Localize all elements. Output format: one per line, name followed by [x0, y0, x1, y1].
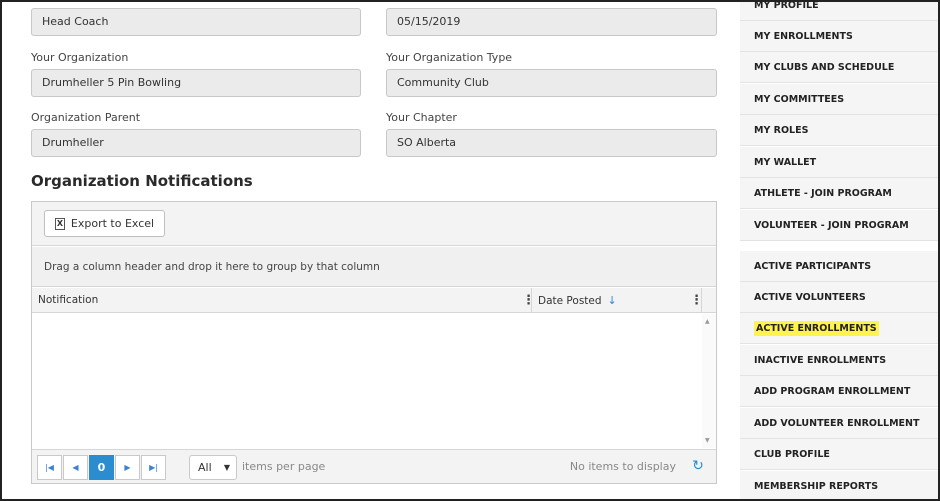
- section-title: Organization Notifications: [31, 172, 253, 190]
- sidebar-item-my-clubs-and-schedule[interactable]: MY CLUBS AND SCHEDULE: [740, 52, 938, 83]
- sidebar-item-athlete-join-program[interactable]: ATHLETE - JOIN PROGRAM: [740, 178, 938, 209]
- organization-field[interactable]: Drumheller 5 Pin Bowling: [31, 69, 361, 97]
- no-items-label: No items to display: [569, 460, 676, 473]
- notifications-grid: X Export to Excel Drag a column header a…: [31, 201, 717, 484]
- sidebar-item-active-volunteers[interactable]: ACTIVE VOLUNTEERS: [740, 282, 938, 313]
- excel-icon: X: [54, 217, 65, 230]
- export-excel-label: Export to Excel: [70, 217, 155, 230]
- group-drop-area[interactable]: Drag a column header and drop it here to…: [32, 247, 716, 287]
- sidebar-item-my-profile[interactable]: MY PROFILE: [740, 0, 938, 21]
- sidebar-item-active-enrollments[interactable]: ACTIVE ENROLLMENTS: [740, 313, 938, 344]
- page-size-value: All: [198, 461, 212, 474]
- sort-desc-icon: ↓: [607, 294, 617, 307]
- sidebar-item-active-participants[interactable]: ACTIVE PARTICIPANTS: [740, 251, 938, 282]
- sidebar-item-my-wallet[interactable]: MY WALLET: [740, 147, 938, 178]
- chapter-field[interactable]: SO Alberta: [386, 129, 717, 157]
- column-header-label: Date Posted: [538, 295, 602, 307]
- main-content: Head Coach 05/15/2019 Your Organization …: [0, 0, 740, 501]
- previous-page-button[interactable]: ◀: [63, 455, 88, 480]
- highlight-mark: ACTIVE ENROLLMENTS: [754, 321, 879, 336]
- organization-parent-label: Organization Parent: [31, 111, 141, 124]
- grid-body: ▲ ▼: [32, 314, 716, 448]
- refresh-icon[interactable]: ↻: [690, 458, 706, 474]
- sidebar-item-my-roles[interactable]: MY ROLES: [740, 115, 938, 146]
- column-header-date-posted[interactable]: Date Posted ↓: [532, 288, 702, 313]
- organization-parent-field[interactable]: Drumheller: [31, 129, 361, 157]
- column-menu-icon[interactable]: ⋮: [690, 288, 703, 313]
- sidebar-item-add-volunteer-enrollment[interactable]: ADD VOLUNTEER ENROLLMENT: [740, 408, 938, 439]
- current-page-button[interactable]: 0: [89, 455, 114, 480]
- date-field[interactable]: 05/15/2019: [386, 8, 717, 36]
- export-excel-button[interactable]: X Export to Excel: [44, 210, 165, 237]
- sidebar-item-add-program-enrollment[interactable]: ADD PROGRAM ENROLLMENT: [740, 376, 938, 407]
- grid-header: Notification ⋮ Date Posted ↓ ⋮: [32, 288, 716, 313]
- role-field[interactable]: Head Coach: [31, 8, 361, 36]
- next-page-button[interactable]: ▶: [115, 455, 140, 480]
- caret-down-icon: ▼: [223, 463, 230, 472]
- page-size-select[interactable]: All ▼: [189, 455, 237, 480]
- scroll-up-icon[interactable]: ▲: [705, 318, 710, 325]
- scroll-down-icon[interactable]: ▼: [705, 437, 710, 444]
- sidebar-item-my-enrollments[interactable]: MY ENROLLMENTS: [740, 21, 938, 52]
- organization-type-label: Your Organization Type: [386, 51, 513, 64]
- organization-label: Your Organization: [31, 51, 129, 64]
- sidebar-item-club-profile[interactable]: CLUB PROFILE: [740, 439, 938, 470]
- vertical-scrollbar[interactable]: ▲ ▼: [702, 314, 716, 448]
- grid-pager: |◀ ◀ 0 ▶ ▶| All ▼ items per page No item…: [32, 449, 716, 483]
- first-page-button[interactable]: |◀: [37, 455, 62, 480]
- organization-type-field[interactable]: Community Club: [386, 69, 717, 97]
- sidebar-item-volunteer-join-program[interactable]: VOLUNTEER - JOIN PROGRAM: [740, 210, 938, 241]
- sidebar-item-membership-reports[interactable]: MEMBERSHIP REPORTS: [740, 471, 938, 501]
- column-header-label: Notification: [38, 294, 99, 306]
- grid-toolbar: X Export to Excel: [32, 202, 716, 246]
- last-page-button[interactable]: ▶|: [141, 455, 166, 480]
- chapter-label: Your Chapter: [386, 111, 457, 124]
- column-header-notification[interactable]: Notification: [32, 288, 532, 313]
- sidebar-item-inactive-enrollments[interactable]: INACTIVE ENROLLMENTS: [740, 345, 938, 376]
- sidebar: MY PROFILE MY ENROLLMENTS MY CLUBS AND S…: [740, 0, 940, 501]
- sidebar-item-my-committees[interactable]: MY COMMITTEES: [740, 84, 938, 115]
- items-per-page-label: items per page: [242, 460, 326, 473]
